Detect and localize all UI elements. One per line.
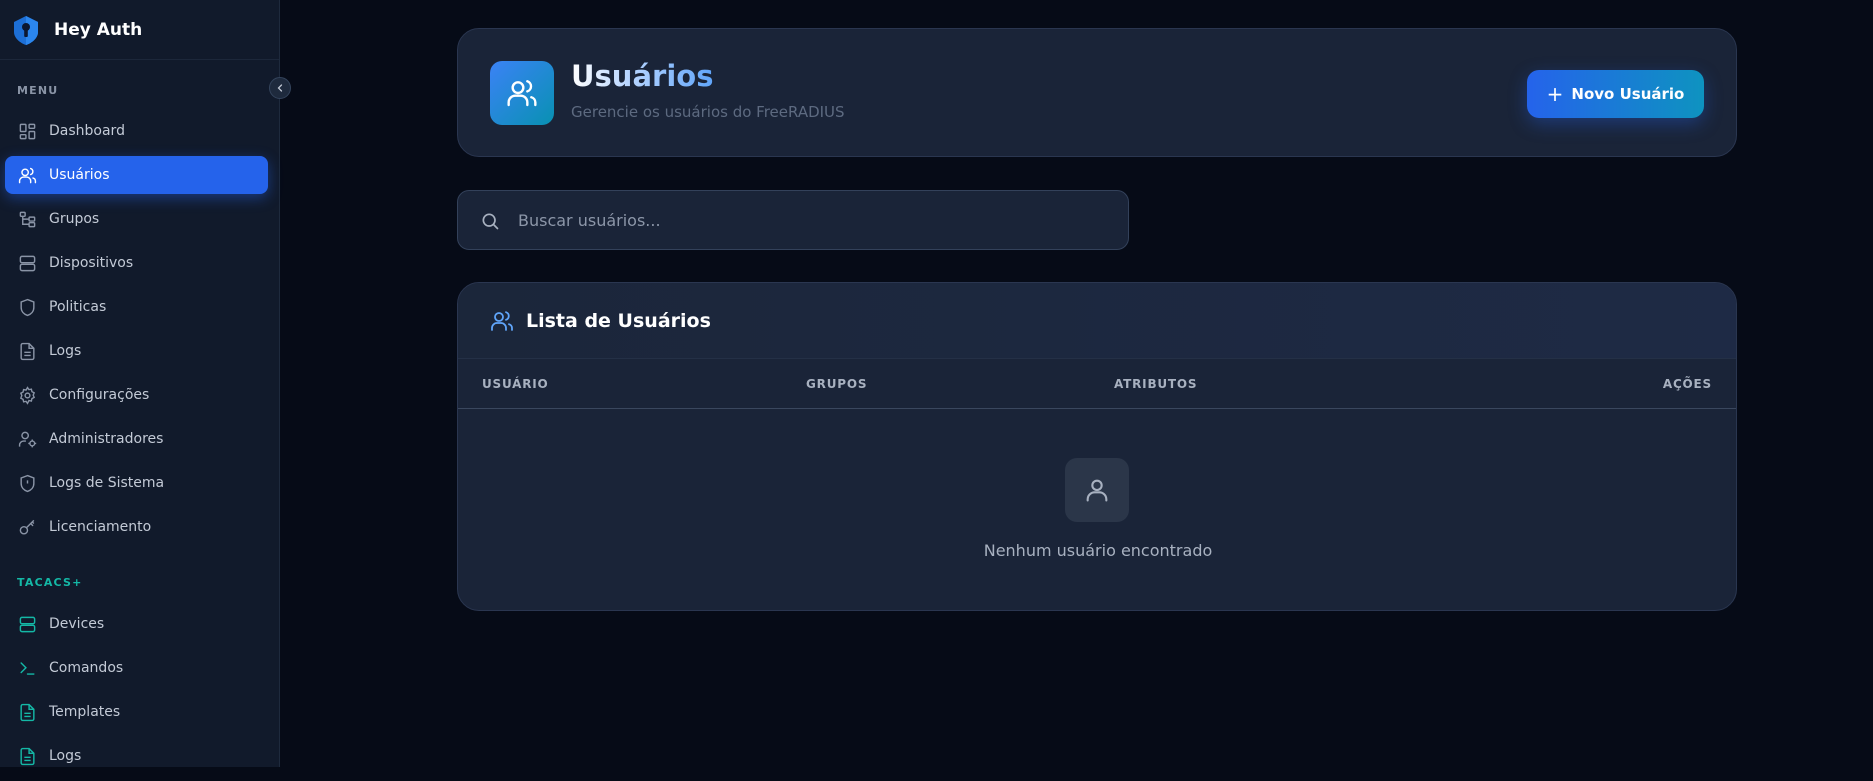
sidebar-item-devices[interactable]: Devices <box>5 605 268 643</box>
page-header: Usuários Gerencie os usuários do FreeRAD… <box>457 28 1737 157</box>
column-header-atributos[interactable]: ATRIBUTOS <box>1114 377 1197 391</box>
server-icon <box>19 255 36 271</box>
sidebar-item-logs-de-sistema[interactable]: Logs de Sistema <box>5 464 268 502</box>
sidebar-item-label: Dispositivos <box>49 255 134 271</box>
gear-icon <box>19 385 36 405</box>
brand[interactable]: Hey Auth <box>0 0 279 60</box>
sidebar-item-label: Templates <box>49 704 121 720</box>
users-icon <box>491 310 513 331</box>
sidebar-item-logs[interactable]: Logs <box>5 332 268 370</box>
users-list-card: Lista de Usuários USUÁRIO GRUPOS ATRIBUT… <box>457 282 1737 611</box>
empty-state-text: Nenhum usuário encontrado <box>983 541 1213 560</box>
page-subtitle: Gerencie os usuários do FreeRADIUS <box>571 103 845 121</box>
shield-icon <box>20 298 35 316</box>
sidebar-item-politicas[interactable]: Politicas <box>5 288 268 326</box>
new-user-button-label: Novo Usuário <box>1571 85 1685 103</box>
sidebar-item-comandos[interactable]: Comandos <box>5 649 268 687</box>
column-header-usuario[interactable]: USUÁRIO <box>482 377 549 391</box>
tacacs-nav: Devices Comandos Templates Logs <box>5 605 268 781</box>
file-icon <box>20 747 35 765</box>
chevron-left-icon <box>277 84 283 92</box>
server-icon <box>19 616 36 632</box>
users-icon <box>507 80 537 107</box>
app-name: Hey Auth <box>54 19 143 40</box>
sidebar-item-label: Logs <box>49 748 82 764</box>
key-icon <box>19 519 35 535</box>
sidebar-item-label: Administradores <box>49 431 164 447</box>
sidebar-item-label: Dashboard <box>49 123 125 139</box>
shield-alert-icon <box>20 474 35 492</box>
page-icon <box>490 61 554 125</box>
page-title: Usuários <box>571 59 714 93</box>
column-header-grupos[interactable]: GRUPOS <box>806 377 867 391</box>
users-list-title: Lista de Usuários <box>526 309 711 332</box>
sidebar: Hey Auth MENU Dashboard Usuários Grupos … <box>0 0 280 767</box>
file-icon <box>20 342 35 360</box>
sidebar-item-label: Logs de Sistema <box>49 475 165 491</box>
collapse-sidebar-button[interactable] <box>269 77 291 99</box>
sidebar-item-usuarios[interactable]: Usuários <box>5 156 268 194</box>
sidebar-item-label: Comandos <box>49 660 124 676</box>
sidebar-item-label: Politicas <box>49 299 107 315</box>
sidebar-item-tacacs-logs[interactable]: Logs <box>5 737 268 775</box>
user-icon <box>1086 479 1108 502</box>
new-user-button[interactable]: + Novo Usuário <box>1527 70 1704 118</box>
sidebar-item-licenciamento[interactable]: Licenciamento <box>5 508 268 546</box>
search-icon <box>482 213 499 230</box>
sidebar-item-label: Usuários <box>49 167 110 183</box>
sidebar-item-label: Devices <box>49 616 105 632</box>
terminal-icon <box>20 661 35 675</box>
sidebar-item-administradores[interactable]: Administradores <box>5 420 268 458</box>
users-list-header: Lista de Usuários <box>458 283 1736 359</box>
menu-section-label: MENU <box>17 84 59 97</box>
plus-icon: + <box>1546 82 1564 106</box>
sidebar-item-grupos[interactable]: Grupos <box>5 200 268 238</box>
lock-shield-logo-icon <box>14 15 38 45</box>
table-header: USUÁRIO GRUPOS ATRIBUTOS AÇÕES <box>458 359 1736 409</box>
main-nav: Dashboard Usuários Grupos Dispositivos P… <box>5 112 268 552</box>
groups-icon <box>19 211 36 227</box>
tacacs-section-label: TACACS+ <box>17 576 83 589</box>
sidebar-item-templates[interactable]: Templates <box>5 693 268 731</box>
sidebar-item-dashboard[interactable]: Dashboard <box>5 112 268 150</box>
empty-state-icon-box <box>1065 458 1129 522</box>
search-input[interactable] <box>516 191 1106 249</box>
sidebar-item-label: Grupos <box>49 211 100 227</box>
dashboard-icon <box>19 123 36 139</box>
user-cog-icon <box>18 431 37 447</box>
file-icon <box>20 703 35 721</box>
users-icon <box>18 167 37 183</box>
sidebar-item-label: Licenciamento <box>49 519 152 535</box>
sidebar-item-label: Configurações <box>49 387 150 403</box>
sidebar-item-configuracoes[interactable]: Configurações <box>5 376 268 414</box>
sidebar-item-label: Logs <box>49 343 82 359</box>
column-header-acoes: AÇÕES <box>1662 377 1712 391</box>
sidebar-item-dispositivos[interactable]: Dispositivos <box>5 244 268 282</box>
search-box <box>457 190 1129 250</box>
